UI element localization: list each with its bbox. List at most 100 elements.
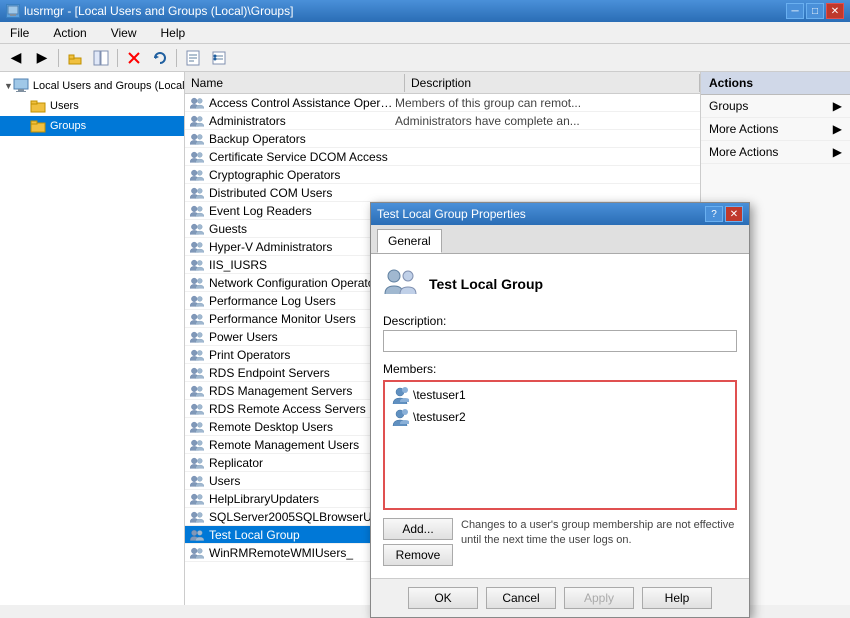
apply-button[interactable]: Apply	[564, 587, 634, 609]
row-icon	[189, 455, 205, 471]
row-name: Cryptographic Operators	[209, 168, 395, 182]
tab-general[interactable]: General	[377, 229, 442, 253]
row-icon	[189, 149, 205, 165]
row-name: Replicator	[209, 456, 395, 470]
remove-button[interactable]: Remove	[383, 544, 453, 566]
main-content: ▼ Local Users and Groups (Local) Users	[0, 72, 850, 605]
maximize-button[interactable]: □	[806, 3, 824, 19]
row-name: Test Local Group	[209, 528, 395, 542]
modal-body: Test Local Group Description: Members: \…	[371, 254, 749, 578]
modal-group-header: Test Local Group	[383, 266, 737, 302]
help-button[interactable]: Help	[642, 587, 712, 609]
actions-groups-item[interactable]: Groups ▶	[701, 95, 850, 118]
member-name: \testuser1	[413, 388, 466, 402]
row-icon	[189, 203, 205, 219]
row-name: Distributed COM Users	[209, 186, 395, 200]
row-description: Administrators have complete an...	[395, 114, 700, 128]
menu-file[interactable]: File	[4, 24, 35, 42]
row-name: Event Log Readers	[209, 204, 395, 218]
ok-button[interactable]: OK	[408, 587, 478, 609]
row-name: HelpLibraryUpdaters	[209, 492, 395, 506]
row-icon	[189, 383, 205, 399]
row-name: Print Operators	[209, 348, 395, 362]
modal-note: Changes to a user's group membership are…	[461, 518, 737, 549]
list-row[interactable]: Distributed COM Users	[185, 184, 700, 202]
row-icon	[189, 545, 205, 561]
row-icon	[189, 509, 205, 525]
row-name: Administrators	[209, 114, 395, 128]
modal-dialog: Test Local Group Properties ? ✕ General	[370, 202, 750, 618]
row-name: IIS_IUSRS	[209, 258, 395, 272]
actions-header: Actions	[701, 72, 850, 95]
list-row[interactable]: Certificate Service DCOM Access	[185, 148, 700, 166]
up-button[interactable]	[63, 47, 87, 69]
member-row[interactable]: \testuser2	[387, 406, 733, 428]
row-icon	[189, 437, 205, 453]
menu-view[interactable]: View	[105, 24, 143, 42]
tree-root-label: Local Users and Groups (Local)	[33, 80, 185, 92]
title-bar-left: lusrmgr - [Local Users and Groups (Local…	[6, 4, 293, 18]
modal-controls[interactable]: ? ✕	[705, 206, 743, 222]
back-button[interactable]: ◀	[4, 47, 28, 69]
row-icon	[189, 527, 205, 543]
menu-help[interactable]: Help	[155, 24, 192, 42]
actions-groups-label: Groups	[709, 99, 748, 113]
members-label: Members:	[383, 362, 737, 376]
add-button[interactable]: Add...	[383, 518, 453, 540]
export-button[interactable]	[181, 47, 205, 69]
properties-button[interactable]	[207, 47, 231, 69]
description-label: Description:	[383, 314, 737, 328]
toolbar-separator-2	[117, 49, 118, 67]
col-header-name[interactable]: Name	[185, 74, 405, 92]
row-name: RDS Endpoint Servers	[209, 366, 395, 380]
member-icon	[391, 386, 409, 404]
modal-footer: OK Cancel Apply Help	[371, 578, 749, 617]
row-name: Certificate Service DCOM Access	[209, 150, 395, 164]
row-icon	[189, 257, 205, 273]
row-icon	[189, 311, 205, 327]
description-input[interactable]	[383, 330, 737, 352]
modal-help-button[interactable]: ?	[705, 206, 723, 222]
row-name: Performance Monitor Users	[209, 312, 395, 326]
list-row[interactable]: Access Control Assistance OperatorsMembe…	[185, 94, 700, 112]
member-row[interactable]: \testuser1	[387, 384, 733, 406]
row-name: Access Control Assistance Operators	[209, 96, 395, 110]
row-name: Users	[209, 474, 395, 488]
close-button[interactable]: ✕	[826, 3, 844, 19]
row-name: RDS Remote Access Servers	[209, 402, 395, 416]
col-header-description[interactable]: Description	[405, 74, 700, 92]
row-icon	[189, 95, 205, 111]
minimize-button[interactable]: ─	[786, 3, 804, 19]
tree-panel: ▼ Local Users and Groups (Local) Users	[0, 72, 185, 605]
actions-arrow-1: ▶	[833, 122, 842, 136]
tree-users-label: Users	[50, 100, 79, 112]
list-row[interactable]: Backup Operators	[185, 130, 700, 148]
window-controls[interactable]: ─ □ ✕	[786, 3, 844, 19]
delete-button[interactable]	[122, 47, 146, 69]
modal-close-button[interactable]: ✕	[725, 206, 743, 222]
tree-groups[interactable]: Groups	[0, 116, 184, 136]
actions-arrow-2: ▶	[833, 145, 842, 159]
row-name: Backup Operators	[209, 132, 395, 146]
actions-more-1[interactable]: More Actions ▶	[701, 118, 850, 141]
members-list[interactable]: \testuser1 \testuser2	[383, 380, 737, 510]
actions-more-2[interactable]: More Actions ▶	[701, 141, 850, 164]
refresh-button[interactable]	[148, 47, 172, 69]
row-name: Remote Management Users	[209, 438, 395, 452]
forward-button[interactable]: ▶	[30, 47, 54, 69]
tree-root[interactable]: ▼ Local Users and Groups (Local)	[0, 76, 184, 96]
tree-users[interactable]: Users	[0, 96, 184, 116]
row-icon	[189, 113, 205, 129]
cancel-button[interactable]: Cancel	[486, 587, 556, 609]
list-row[interactable]: Cryptographic Operators	[185, 166, 700, 184]
users-folder-icon	[30, 98, 46, 114]
toolbar: ◀ ▶	[0, 44, 850, 72]
actions-more-label-1: More Actions	[709, 122, 778, 136]
menu-action[interactable]: Action	[47, 24, 92, 42]
row-name: RDS Management Servers	[209, 384, 395, 398]
row-icon	[189, 275, 205, 291]
list-row[interactable]: AdministratorsAdministrators have comple…	[185, 112, 700, 130]
row-name: Hyper-V Administrators	[209, 240, 395, 254]
show-hide-button[interactable]	[89, 47, 113, 69]
modal-title-bar: Test Local Group Properties ? ✕	[371, 203, 749, 225]
